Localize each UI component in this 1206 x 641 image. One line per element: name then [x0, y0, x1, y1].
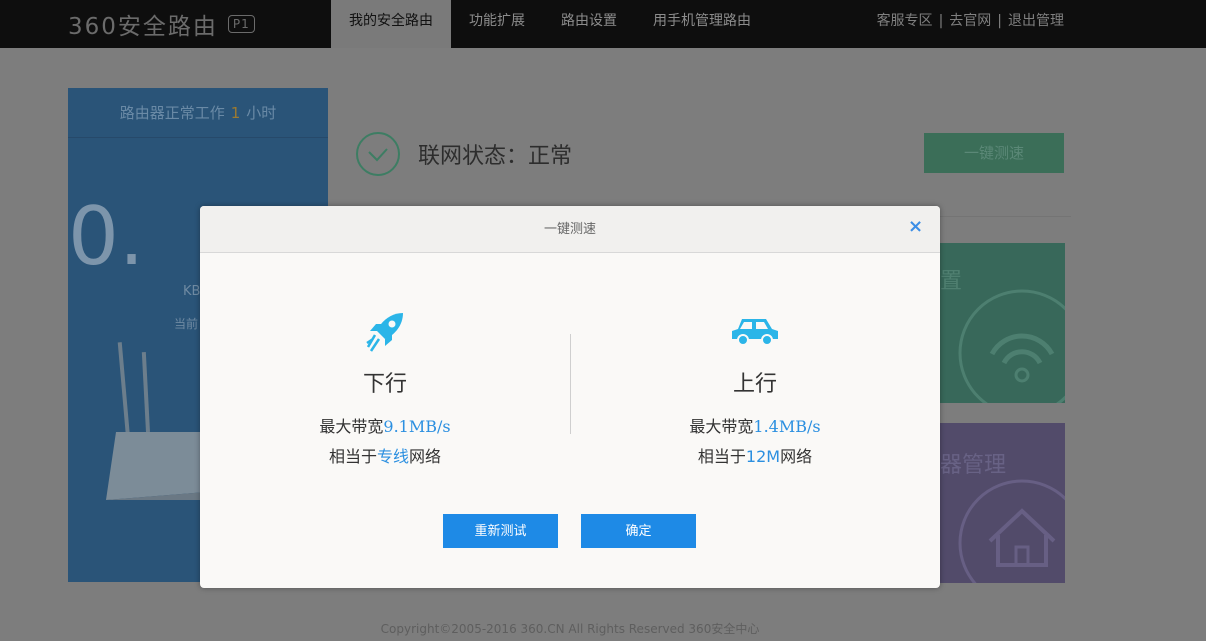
tile-device-management[interactable]: 器管理 [940, 423, 1065, 583]
wifi-icon [958, 289, 1065, 403]
download-equiv-prefix: 相当于 [328, 447, 377, 466]
status-ok-icon [356, 132, 400, 176]
modal-title: 一键测速 [543, 222, 596, 237]
upload-section: 上行 最大带宽1.4MB/s 相当于12M网络 [570, 253, 940, 493]
upload-bandwidth-value: 1.4MB/s [753, 417, 821, 436]
speedtest-modal: 一键测速 × 下行 最大带宽9.1MB/s 相当于专线网络 上行 最大带宽1.4… [200, 206, 940, 588]
top-navbar: 360安全路由 P1 我的安全路由 功能扩展 路由设置 用手机管理路由 客服专区… [0, 0, 1206, 48]
download-equiv-value: 专线 [376, 447, 409, 466]
top-links: 客服专区 | 去官网 | 退出管理 [877, 0, 1064, 42]
upload-equiv-value: 12M [745, 447, 781, 466]
home-icon [958, 479, 1065, 583]
speed-unit: KB [183, 284, 201, 299]
logo-text: 360安全路由 [68, 14, 218, 40]
upload-equivalent: 相当于12M网络 [570, 443, 940, 467]
network-status: 联网状态：正常 [418, 144, 573, 169]
uptime-header: 路由器正常工作 1 小时 [68, 88, 328, 138]
tile-wifi-settings[interactable]: 置 [940, 243, 1065, 403]
upload-label: 上行 [732, 372, 777, 397]
footer-copyright: Copyright©2005-2016 360.CN All Rights Re… [380, 622, 760, 636]
upload-bandwidth: 最大带宽1.4MB/s [570, 413, 940, 437]
tab-router-settings[interactable]: 路由设置 [543, 0, 635, 48]
upload-bandwidth-prefix: 最大带宽 [689, 417, 754, 436]
link-separator: | [938, 13, 944, 29]
uptime-prefix: 路由器正常工作 [119, 104, 225, 122]
tab-extensions[interactable]: 功能扩展 [451, 0, 543, 48]
logo-badge: P1 [227, 15, 255, 33]
router-illustration [106, 342, 206, 500]
tab-mobile-manage[interactable]: 用手机管理路由 [635, 0, 769, 48]
close-icon[interactable]: × [908, 218, 923, 236]
tab-my-router[interactable]: 我的安全路由 [331, 0, 451, 48]
download-equivalent: 相当于专线网络 [200, 443, 570, 467]
link-separator: | [997, 13, 1002, 29]
download-bandwidth: 最大带宽9.1MB/s [200, 413, 570, 437]
download-label: 下行 [362, 372, 407, 397]
uptime-unit: 小时 [246, 104, 277, 122]
upload-equiv-prefix: 相当于 [697, 447, 746, 466]
rocket-icon [366, 313, 403, 352]
modal-header: 一键测速 × [200, 206, 940, 253]
speed-value: 0. [68, 190, 145, 283]
link-support[interactable]: 客服专区 [877, 0, 933, 42]
logo[interactable]: 360安全路由 P1 [68, 11, 255, 40]
download-bandwidth-value: 9.1MB/s [383, 417, 451, 436]
current-label: 当前 [174, 317, 199, 331]
uptime-value: 1 [230, 104, 241, 122]
link-logout[interactable]: 退出管理 [1008, 0, 1064, 42]
link-official-site[interactable]: 去官网 [949, 0, 991, 42]
download-equiv-suffix: 网络 [409, 447, 442, 466]
car-icon [732, 319, 778, 346]
main-tabs: 我的安全路由 功能扩展 路由设置 用手机管理路由 [331, 0, 769, 48]
upload-equiv-suffix: 网络 [780, 447, 813, 466]
retest-button[interactable]: 重新测试 [443, 514, 558, 548]
download-bandwidth-prefix: 最大带宽 [319, 417, 384, 436]
speedtest-button[interactable]: 一键测速 [924, 133, 1064, 173]
confirm-button[interactable]: 确定 [581, 514, 696, 548]
download-section: 下行 最大带宽9.1MB/s 相当于专线网络 [200, 253, 570, 493]
